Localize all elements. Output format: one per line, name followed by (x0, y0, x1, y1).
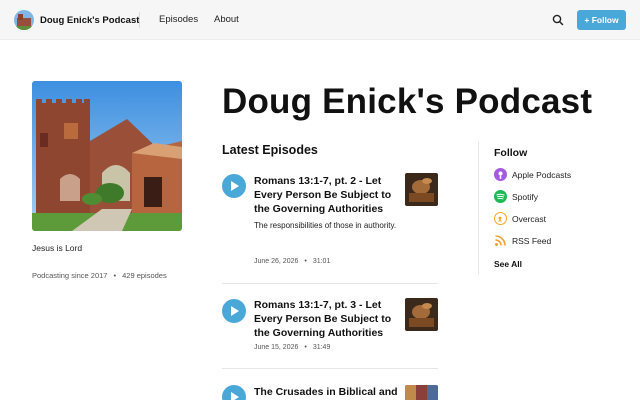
episode-title[interactable]: The Crusades in Biblical and (254, 385, 399, 399)
episode-divider (222, 368, 438, 369)
rss-icon (494, 234, 507, 247)
spotify-icon (494, 190, 507, 203)
play-button[interactable] (222, 174, 246, 198)
podcast-tagline: Jesus is Lord (32, 243, 83, 253)
see-all-link[interactable]: See All (494, 259, 522, 269)
follow-item-label: RSS Feed (512, 235, 552, 246)
meta-separator: • (304, 258, 307, 265)
podcast-avatar (14, 10, 34, 30)
top-bar: Doug Enick's Podcast Episodes About + Fo… (0, 0, 640, 40)
episode-date: June 15, 2026 (254, 344, 299, 351)
follow-apple-podcasts[interactable]: Apple Podcasts (494, 168, 571, 181)
follow-item-label: Spotify (512, 191, 538, 202)
podcasting-since: Podcasting since 2017 (32, 271, 108, 280)
episode-item: The Crusades in Biblical and (222, 384, 438, 400)
episode-duration: 31:01 (312, 258, 331, 265)
play-button[interactable] (222, 385, 246, 400)
episode-description: The responsibilities of those in authori… (254, 221, 397, 230)
follow-heading: Follow (494, 147, 528, 159)
meta-separator: • (304, 344, 307, 351)
nav-divider (139, 12, 140, 28)
episode-item: Romans 13:1-7, pt. 3 - Let Every Person … (222, 298, 438, 358)
brand-name: Doug Enick's Podcast (40, 14, 140, 26)
follow-spotify[interactable]: Spotify (494, 190, 538, 203)
follow-item-label: Overcast (512, 213, 547, 224)
podcast-cover-image (32, 81, 182, 231)
follow-button[interactable]: + Follow (577, 10, 626, 30)
overcast-icon (494, 212, 507, 225)
episode-divider (222, 283, 438, 284)
episode-item: Romans 13:1-7, pt. 2 - Let Every Person … (222, 173, 438, 273)
episode-duration: 31:49 (312, 344, 331, 351)
brand-link[interactable]: Doug Enick's Podcast (14, 10, 139, 30)
episode-count: 429 episodes (122, 271, 167, 280)
episode-date: June 26, 2026 (254, 258, 299, 265)
follow-item-label: Apple Podcasts (512, 169, 572, 180)
episode-meta: June 15, 2026 • 31:49 (254, 344, 330, 351)
follow-rss-feed[interactable]: RSS Feed (494, 234, 551, 247)
episode-meta: June 26, 2026 • 31:01 (254, 258, 330, 265)
follow-overcast[interactable]: Overcast (494, 212, 546, 225)
meta-separator: • (113, 271, 117, 280)
episode-title[interactable]: Romans 13:1-7, pt. 3 - Let Every Person … (254, 298, 399, 340)
latest-episodes-heading: Latest Episodes (222, 143, 318, 157)
episode-thumbnail[interactable] (405, 298, 438, 331)
search-icon[interactable] (551, 13, 565, 27)
episode-thumbnail[interactable] (405, 385, 438, 400)
nav-about[interactable]: About (214, 14, 239, 25)
episode-title[interactable]: Romans 13:1-7, pt. 2 - Let Every Person … (254, 174, 399, 216)
play-button[interactable] (222, 299, 246, 323)
apple-podcasts-icon (494, 168, 507, 181)
sidebar-divider (478, 142, 479, 274)
page-title: Doug Enick's Podcast (222, 82, 593, 121)
nav-episodes[interactable]: Episodes (159, 14, 198, 25)
episode-thumbnail[interactable] (405, 173, 438, 206)
podcast-meta: Podcasting since 2017 • 429 episodes (32, 271, 167, 280)
